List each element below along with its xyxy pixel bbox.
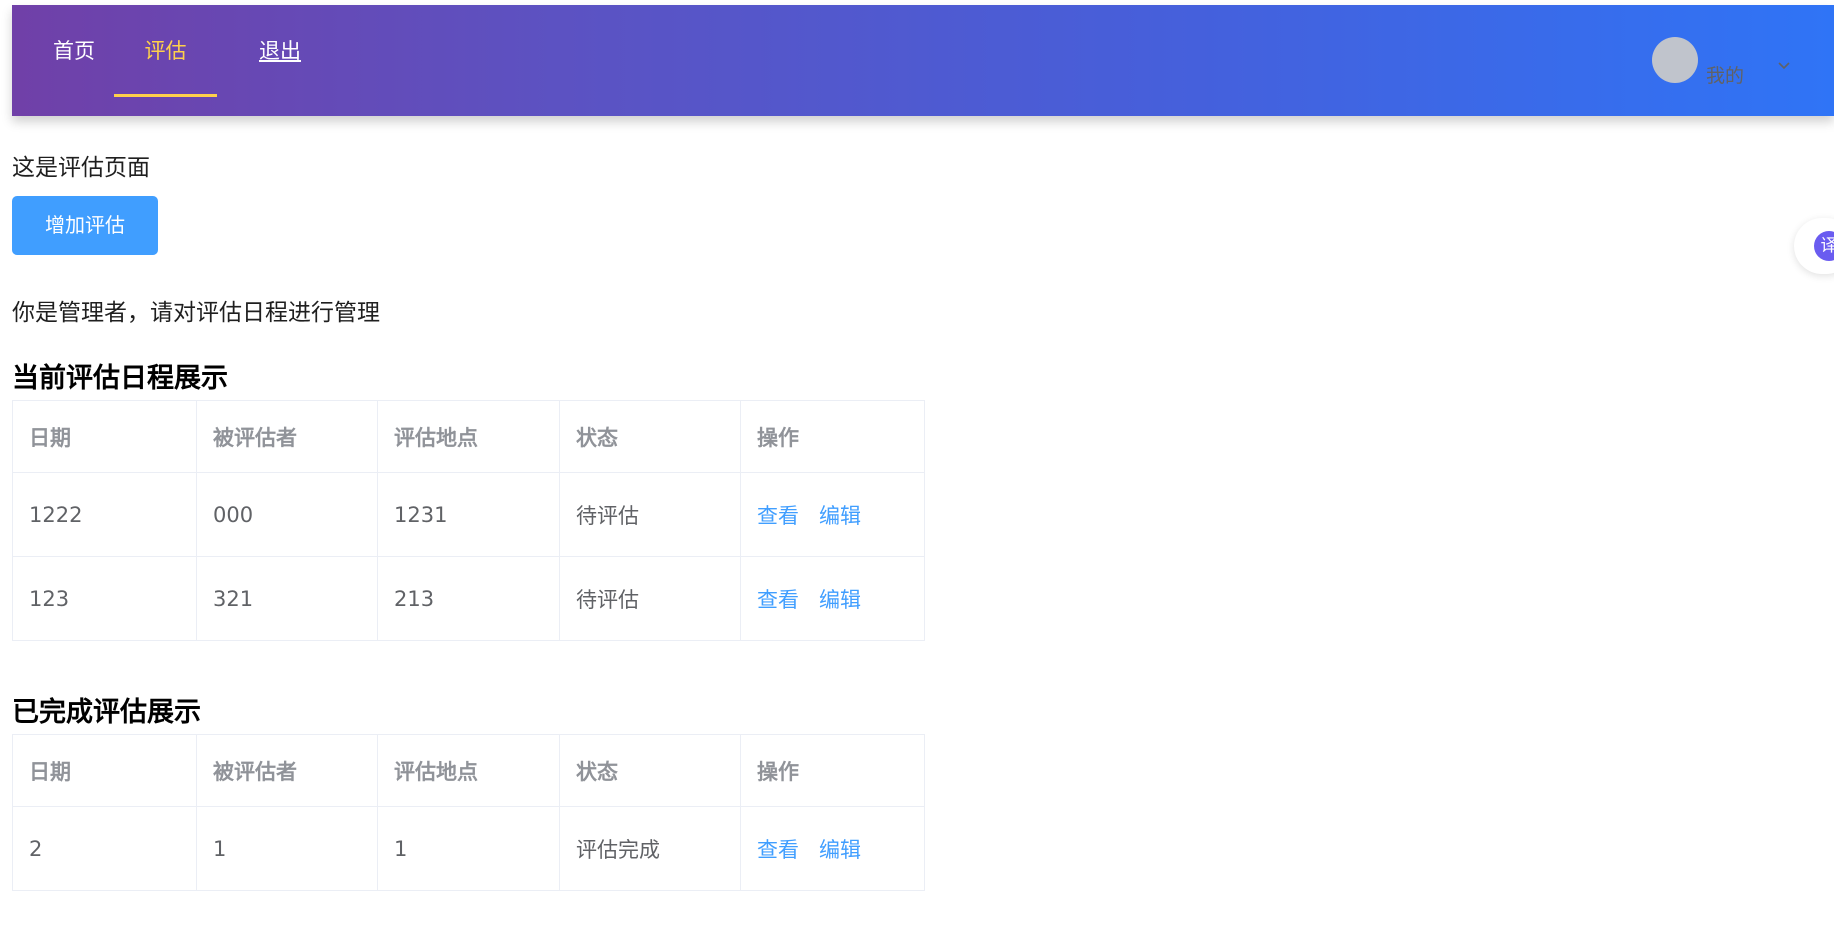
cell-status: 评估完成 <box>559 806 741 891</box>
col-header-assessee: 被评估者 <box>196 734 378 807</box>
edit-link[interactable]: 编辑 <box>819 504 861 528</box>
col-header-status: 状态 <box>559 400 741 473</box>
col-header-location: 评估地点 <box>377 734 560 807</box>
table-header-row: 日期 被评估者 评估地点 状态 操作 <box>12 400 925 473</box>
col-header-location: 评估地点 <box>377 400 560 473</box>
cell-location: 1231 <box>377 472 560 557</box>
edit-link[interactable]: 编辑 <box>819 588 861 612</box>
table-row: 2 1 1 评估完成 查看 编辑 <box>12 806 925 891</box>
table-row: 123 321 213 待评估 查看 编辑 <box>12 556 925 641</box>
completed-title: 已完成评估展示 <box>12 697 201 728</box>
view-link[interactable]: 查看 <box>757 588 799 612</box>
cell-actions: 查看 编辑 <box>740 556 925 641</box>
col-header-date: 日期 <box>12 400 197 473</box>
add-assessment-button[interactable]: 增加评估 <box>12 196 158 255</box>
current-schedule-title: 当前评估日程展示 <box>12 363 228 394</box>
chevron-down-icon[interactable] <box>1776 57 1792 77</box>
translate-icon[interactable]: 译 <box>1814 231 1834 261</box>
cell-date: 1222 <box>12 472 197 557</box>
edit-link[interactable]: 编辑 <box>819 838 861 862</box>
table-header-row: 日期 被评估者 评估地点 状态 操作 <box>12 734 925 807</box>
cell-status: 待评估 <box>559 472 741 557</box>
translate-widget[interactable]: 译 <box>1794 218 1834 274</box>
cell-assessee: 000 <box>196 472 378 557</box>
cell-assessee: 321 <box>196 556 378 641</box>
col-header-assessee: 被评估者 <box>196 400 378 473</box>
view-link[interactable]: 查看 <box>757 504 799 528</box>
col-header-actions: 操作 <box>740 400 925 473</box>
cell-actions: 查看 编辑 <box>740 472 925 557</box>
cell-assessee: 1 <box>196 806 378 891</box>
top-navbar: 首页 评估 退出 我的 <box>12 5 1834 116</box>
cell-location: 213 <box>377 556 560 641</box>
nav-assess[interactable]: 评估 <box>114 5 217 97</box>
col-header-actions: 操作 <box>740 734 925 807</box>
avatar[interactable] <box>1652 37 1698 83</box>
page-intro: 这是评估页面 <box>12 155 150 181</box>
completed-table: 日期 被评估者 评估地点 状态 操作 2 1 1 评估完成 查看 编辑 <box>12 734 925 891</box>
user-menu-label[interactable]: 我的 <box>1706 61 1744 88</box>
current-schedule-table: 日期 被评估者 评估地点 状态 操作 1222 000 1231 待评估 查看编… <box>12 400 925 641</box>
col-header-date: 日期 <box>12 734 197 807</box>
cell-date: 2 <box>12 806 197 891</box>
view-link[interactable]: 查看 <box>757 838 799 862</box>
manager-notice: 你是管理者，请对评估日程进行管理 <box>12 300 380 326</box>
nav-logout[interactable]: 退出 <box>244 5 316 97</box>
nav-home[interactable]: 首页 <box>38 5 110 97</box>
user-menu[interactable]: 我的 <box>1652 35 1812 87</box>
cell-location: 1 <box>377 806 560 891</box>
cell-actions: 查看 编辑 <box>740 806 925 891</box>
col-header-status: 状态 <box>559 734 741 807</box>
cell-date: 123 <box>12 556 197 641</box>
table-row: 1222 000 1231 待评估 查看 编辑 <box>12 472 925 557</box>
cell-status: 待评估 <box>559 556 741 641</box>
